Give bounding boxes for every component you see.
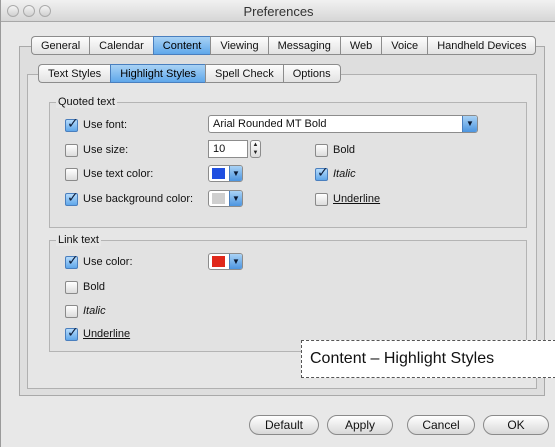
tab-viewing[interactable]: Viewing <box>210 36 268 55</box>
link-bold-label: Bold <box>83 281 106 293</box>
tab-content[interactable]: Content <box>152 36 211 55</box>
link-underline-checkbox[interactable] <box>65 325 79 341</box>
use-size-label: Use size: <box>83 144 129 156</box>
quoted-underline-checkbox[interactable] <box>315 192 328 206</box>
quoted-italic-label: Italic <box>333 168 356 180</box>
caption-box: Content – Highlight Styles <box>301 340 555 378</box>
tab-messaging[interactable]: Messaging <box>267 36 340 55</box>
use-size-row[interactable]: Use size: <box>65 142 128 158</box>
font-select-value: Arial Rounded MT Bold <box>213 118 327 130</box>
quoted-italic-row[interactable]: Italic <box>315 165 356 182</box>
ok-button[interactable]: OK <box>483 415 549 435</box>
use-text-color-checkbox[interactable] <box>65 167 78 181</box>
window-title: Preferences <box>243 4 314 19</box>
tab-voice[interactable]: Voice <box>381 36 428 55</box>
dropdown-arrow-icon: ▼ <box>229 191 242 206</box>
preferences-window: Preferences General Calendar Content Vie… <box>0 0 555 447</box>
quoted-underline-label: Underline <box>333 193 381 205</box>
tab-general[interactable]: General <box>31 36 90 55</box>
font-select[interactable]: Arial Rounded MT Bold ▼ <box>208 115 478 133</box>
main-tab-bar: General Calendar Content Viewing Messagi… <box>31 36 537 56</box>
apply-button[interactable]: Apply <box>327 415 393 435</box>
dropdown-arrow-icon: ▼ <box>229 254 242 269</box>
quoted-bold-checkbox[interactable] <box>315 143 328 157</box>
use-color-label: Use color: <box>83 256 133 268</box>
use-bg-color-row[interactable]: Use background color: <box>65 190 194 207</box>
cancel-button[interactable]: Cancel <box>407 415 475 435</box>
text-color-swatch <box>212 168 225 179</box>
use-size-checkbox[interactable] <box>65 143 78 157</box>
tab-text-styles[interactable]: Text Styles <box>38 64 111 83</box>
tab-calendar[interactable]: Calendar <box>89 36 153 55</box>
tab-handheld-devices[interactable]: Handheld Devices <box>427 36 537 55</box>
dropdown-arrow-icon: ▼ <box>462 116 477 132</box>
use-font-row[interactable]: Use font: <box>65 116 128 133</box>
tab-spell-check[interactable]: Spell Check <box>205 64 283 83</box>
link-color-swatch <box>212 256 225 267</box>
text-color-well[interactable]: ▼ <box>208 165 243 182</box>
quoted-bold-label: Bold <box>333 144 356 156</box>
tab-web[interactable]: Web <box>339 36 382 55</box>
use-bg-color-checkbox[interactable] <box>65 190 79 206</box>
quoted-bold-row[interactable]: Bold <box>315 142 355 158</box>
link-underline-row[interactable]: Underline <box>65 325 131 342</box>
use-text-color-row[interactable]: Use text color: <box>65 166 153 182</box>
link-bold-row[interactable]: Bold <box>65 279 105 295</box>
quoted-italic-checkbox[interactable] <box>315 165 329 181</box>
link-color-well[interactable]: ▼ <box>208 253 243 270</box>
quoted-text-label: Quoted text <box>56 96 117 108</box>
link-text-label: Link text <box>56 234 101 246</box>
tab-options[interactable]: Options <box>282 64 341 83</box>
use-color-row[interactable]: Use color: <box>65 253 133 270</box>
size-field[interactable]: 10 <box>208 140 248 158</box>
link-italic-checkbox[interactable] <box>65 304 78 318</box>
link-italic-row[interactable]: Italic <box>65 303 106 319</box>
link-italic-label: Italic <box>83 305 106 317</box>
use-font-checkbox[interactable] <box>65 116 79 132</box>
dropdown-arrow-icon: ▼ <box>229 166 242 181</box>
use-text-color-label: Use text color: <box>83 168 154 180</box>
bg-color-swatch <box>212 193 225 204</box>
use-font-label: Use font: <box>83 119 128 131</box>
use-color-checkbox[interactable] <box>65 253 79 269</box>
use-bg-color-label: Use background color: <box>83 193 194 205</box>
default-button[interactable]: Default <box>249 415 319 435</box>
bg-color-well[interactable]: ▼ <box>208 190 243 207</box>
quoted-underline-row[interactable]: Underline <box>315 191 380 207</box>
link-bold-checkbox[interactable] <box>65 280 78 294</box>
title-bar: Preferences <box>1 0 555 22</box>
link-underline-label: Underline <box>83 328 131 340</box>
tab-highlight-styles[interactable]: Highlight Styles <box>110 64 206 83</box>
sub-tab-bar: Text Styles Highlight Styles Spell Check… <box>38 64 341 84</box>
size-stepper[interactable]: ▲ ▼ <box>250 140 261 158</box>
